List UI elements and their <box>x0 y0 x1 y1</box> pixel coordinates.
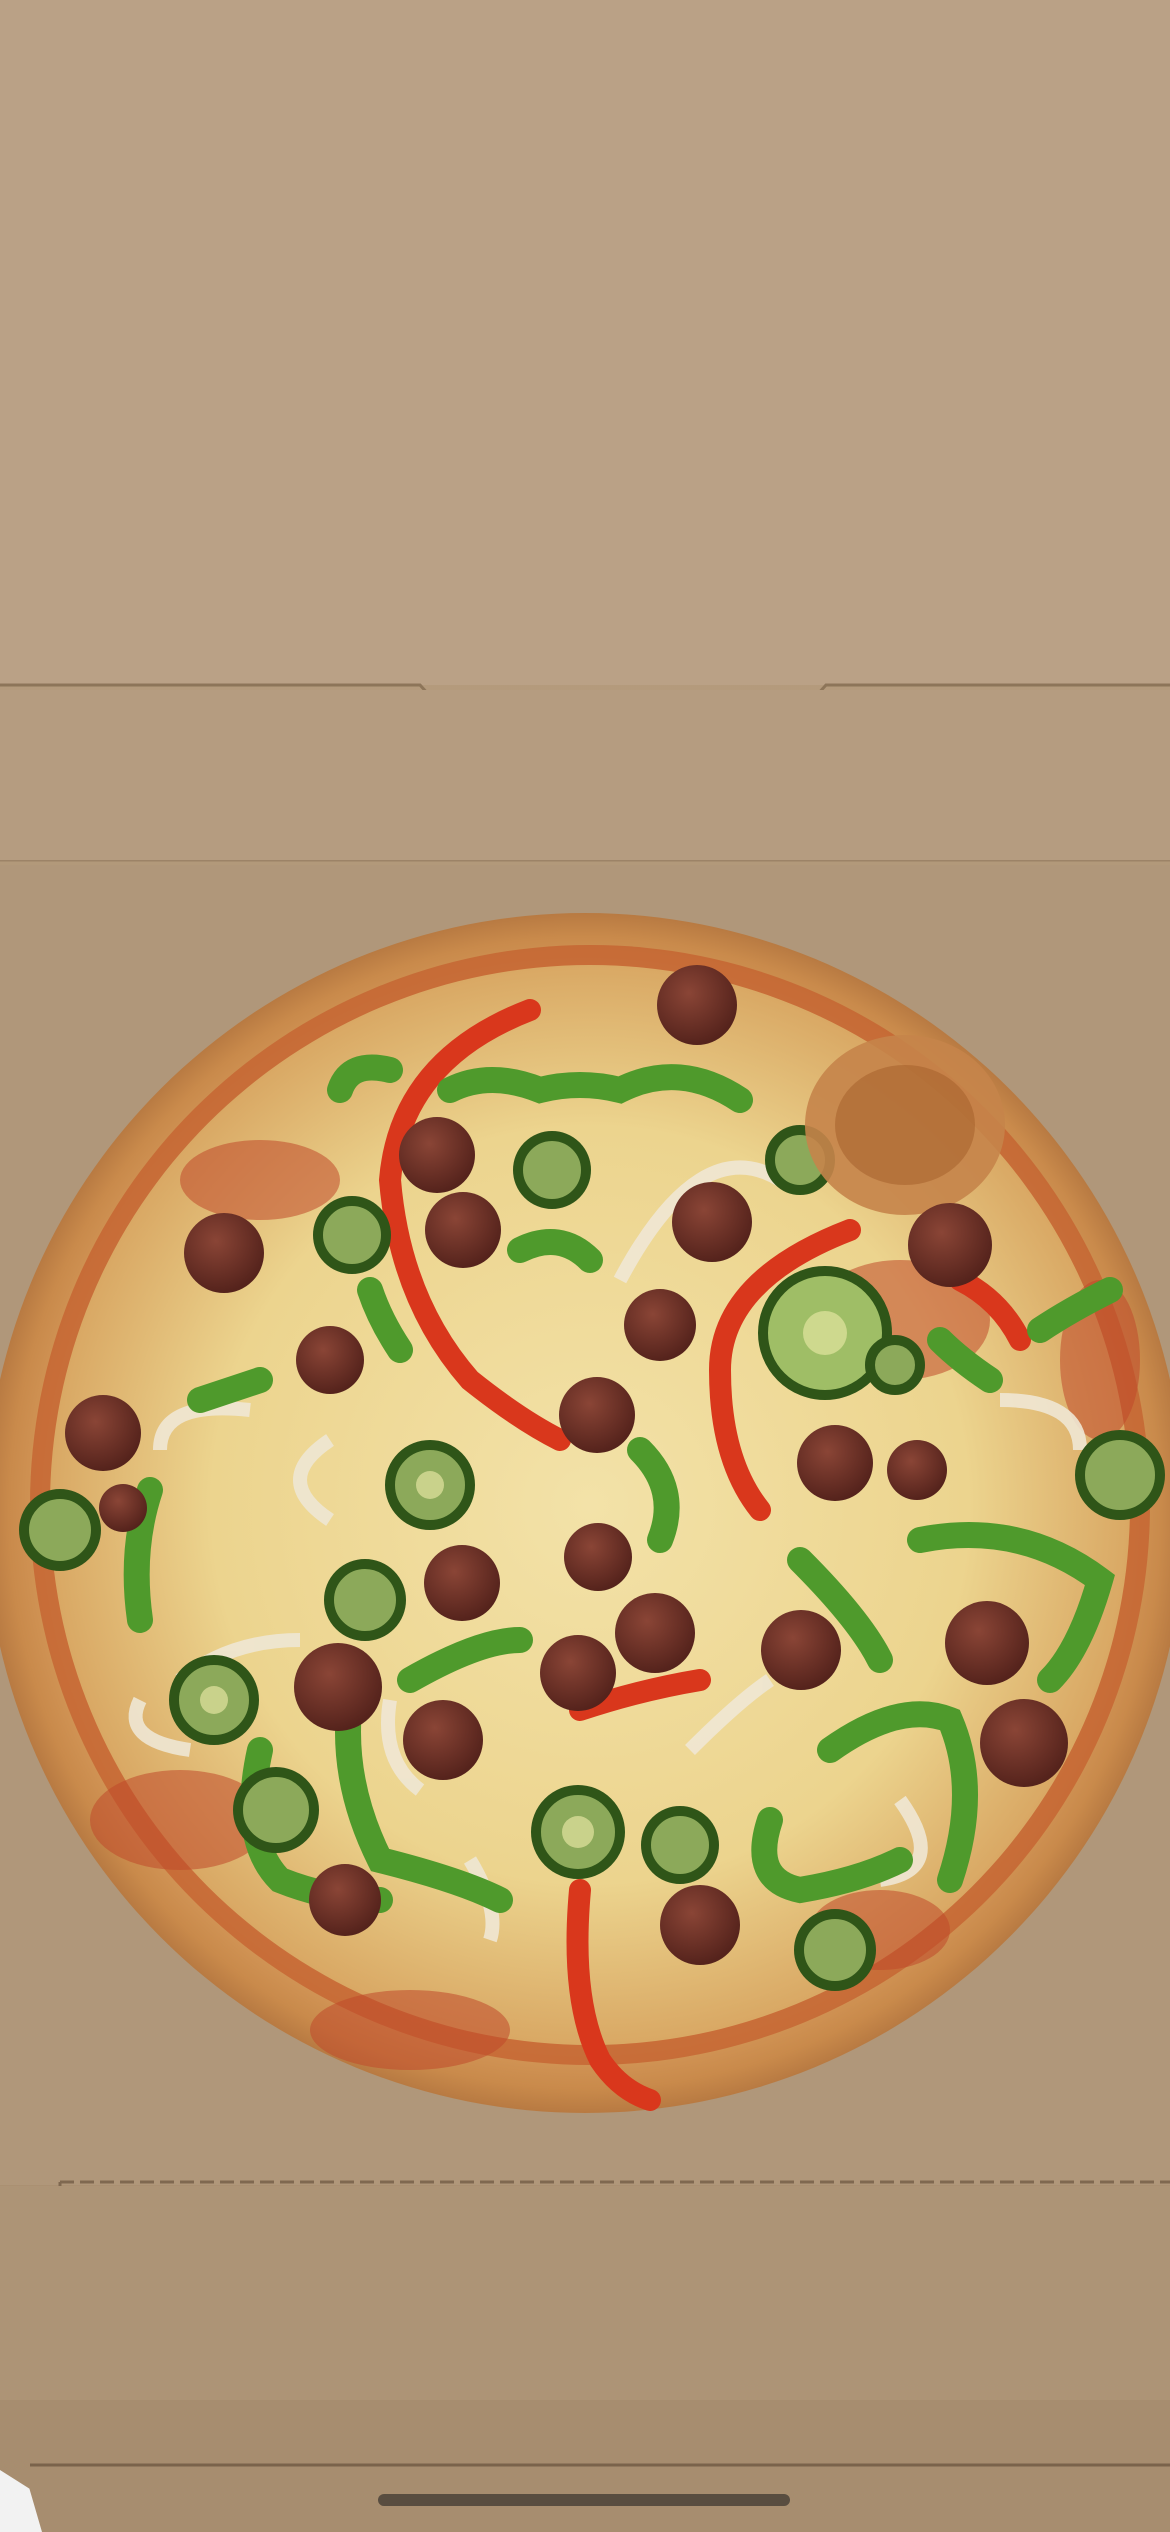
photo-scene <box>0 0 1170 2532</box>
box-lid-flap <box>0 0 1170 862</box>
pizza <box>0 913 1170 2113</box>
pizza-box-photo <box>0 0 1170 2532</box>
home-indicator[interactable] <box>378 2494 790 2506</box>
